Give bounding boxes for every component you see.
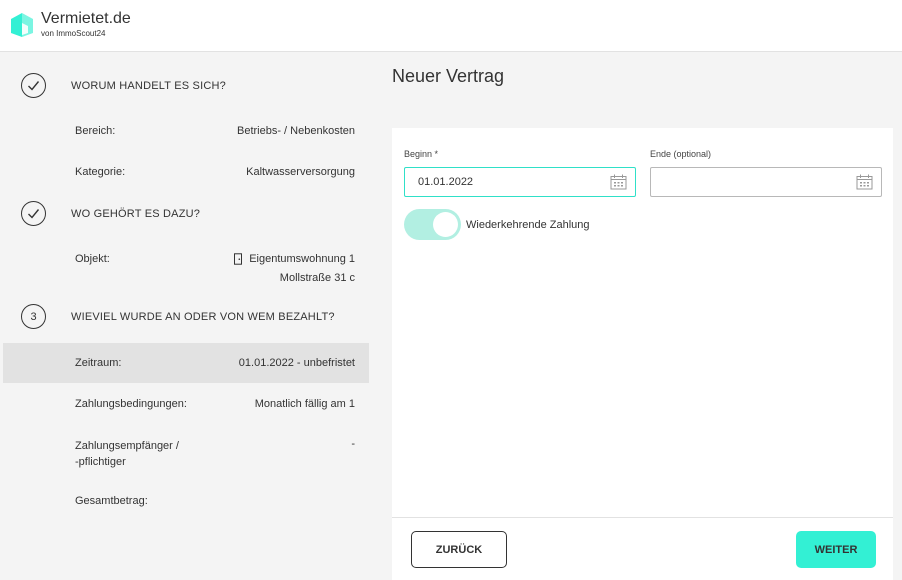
kategorie-label: Kategorie:	[75, 166, 126, 178]
house-logo-icon	[11, 12, 33, 37]
objekt-value: Eigentumswohnung 1 Mollstraße 31 c	[233, 253, 355, 284]
summary-row-zahlungsempfaenger[interactable]: Zahlungsempfänger / -pflichtiger -	[3, 438, 369, 470]
next-button[interactable]: WEITER	[796, 531, 876, 568]
kategorie-value: Kaltwasserversorgung	[246, 166, 355, 178]
step-1-title: WORUM HANDELT ES SICH?	[71, 79, 226, 92]
app-header: Vermietet.de von ImmoScout24	[0, 0, 902, 52]
back-button[interactable]: ZURÜCK	[411, 531, 507, 568]
objekt-label: Objekt:	[75, 253, 110, 265]
zahlungsempfaenger-label-line1: Zahlungsempfänger /	[75, 440, 179, 452]
zeitraum-label: Zeitraum:	[75, 357, 122, 369]
summary-sidebar: WORUM HANDELT ES SICH? Bereich: Betriebs…	[0, 53, 380, 580]
calendar-icon[interactable]	[610, 174, 627, 195]
toggle-knob	[433, 212, 458, 237]
form-card: Beginn * 01.01.2022 Ende (optional) Wied…	[392, 128, 893, 580]
zahlungsempfaenger-label: Zahlungsempfänger / -pflichtiger	[75, 438, 179, 470]
summary-row-objekt[interactable]: Objekt: Eigentumswohnung 1 Mollstraße 31…	[3, 253, 369, 285]
zahlungsempfaenger-value: -	[351, 438, 355, 450]
beginn-label: Beginn *	[404, 149, 439, 159]
step-3-title: WIEVIEL WURDE AN ODER VON WEM BEZAHLT?	[71, 310, 335, 323]
step-1[interactable]: WORUM HANDELT ES SICH?	[21, 73, 226, 98]
checkmark-icon	[21, 73, 46, 98]
step-3-number: 3	[21, 304, 46, 329]
footer-divider	[392, 517, 893, 518]
door-icon	[234, 253, 243, 265]
bereich-label: Bereich:	[75, 125, 116, 137]
calendar-icon[interactable]	[856, 174, 873, 195]
step-3[interactable]: 3 WIEVIEL WURDE AN ODER VON WEM BEZAHLT?	[21, 304, 335, 329]
objekt-name: Eigentumswohnung 1	[249, 253, 355, 265]
recurring-payment-label: Wiederkehrende Zahlung	[466, 219, 590, 231]
ende-date-field[interactable]	[650, 167, 882, 197]
brand-subtitle: von ImmoScout24	[41, 29, 106, 38]
ende-label: Ende (optional)	[650, 149, 712, 159]
zahlungsempfaenger-label-line2: -pflichtiger	[75, 456, 126, 468]
step-2[interactable]: WO GEHÖRT ES DAZU?	[21, 201, 200, 226]
gesamtbetrag-label: Gesamtbetrag:	[75, 495, 148, 507]
step-2-title: WO GEHÖRT ES DAZU?	[71, 207, 201, 220]
zahlungsbedingungen-label: Zahlungsbedingungen:	[75, 398, 187, 410]
objekt-address: Mollstraße 31 c	[279, 272, 355, 284]
beginn-date-field[interactable]: 01.01.2022	[404, 167, 636, 197]
zahlungsbedingungen-value: Monatlich fällig am 1	[254, 398, 355, 410]
recurring-payment-toggle[interactable]	[404, 209, 461, 240]
bereich-value: Betriebs- / Nebenkosten	[236, 125, 355, 137]
summary-row-zeitraum[interactable]: Zeitraum: 01.01.2022 - unbefristet	[3, 343, 369, 383]
checkmark-icon	[21, 201, 46, 226]
zeitraum-value: 01.01.2022 - unbefristet	[238, 357, 355, 369]
page-title: Neuer Vertrag	[392, 66, 505, 86]
brand-name: Vermietet.de	[41, 10, 131, 27]
brand-logo[interactable]: Vermietet.de von ImmoScout24	[9, 10, 131, 39]
beginn-value: 01.01.2022	[418, 176, 474, 188]
